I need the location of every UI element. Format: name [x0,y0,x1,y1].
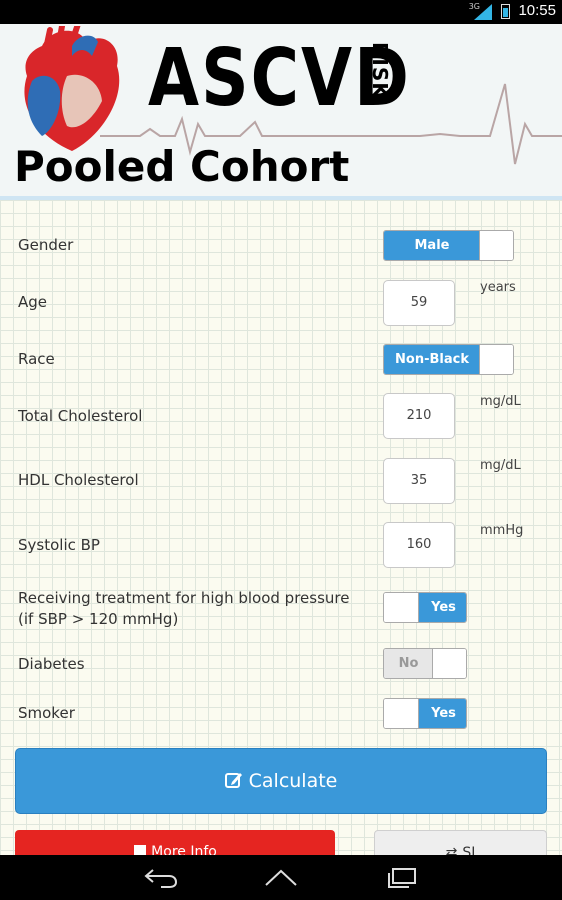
swap-icon: ⇄ [445,845,458,855]
back-icon[interactable] [143,867,179,889]
total-cholesterol-input[interactable]: 210 [383,393,455,439]
race-label: Race [18,350,55,368]
smoker-label: Smoker [18,704,75,722]
toggle-knob [384,699,419,728]
hdl-cholesterol-unit: mg/dL [480,458,521,473]
book-icon [134,845,147,855]
diabetes-toggle[interactable]: No [383,648,467,679]
recents-icon[interactable] [385,867,419,889]
toggle-knob [384,593,419,622]
gender-toggle[interactable]: Male [383,230,514,261]
systolic-bp-label: Systolic BP [18,536,100,554]
age-label: Age [18,293,48,311]
smoker-toggle[interactable]: Yes [383,698,467,729]
heart-icon [24,26,120,151]
calculate-button[interactable]: Calculate [15,748,547,814]
diabetes-label: Diabetes [18,655,85,673]
toggle-knob [479,345,513,374]
diabetes-value: No [384,649,433,678]
battery-icon [501,4,510,19]
navigation-bar [0,855,562,900]
gender-value: Male [384,231,480,260]
toggle-knob [479,231,513,260]
more-info-label: More Info [151,844,217,855]
app-title-side: RISK [368,42,392,99]
race-value: Non-Black [384,345,480,374]
race-toggle[interactable]: Non-Black [383,344,514,375]
app-subtitle: Pooled Cohort Equations [14,142,350,200]
bp-treatment-sublabel: (if SBP > 120 mmHg) [18,610,179,628]
form-content: Gender Male Age 59 years Race Non-Black … [0,200,562,855]
total-cholesterol-label: Total Cholesterol [18,407,143,425]
si-units-button[interactable]: ⇄ SI [374,830,547,855]
clock: 10:55 [518,2,556,19]
home-icon[interactable] [263,867,299,889]
smoker-value: Yes [419,699,466,728]
more-info-button[interactable]: More Info [15,830,335,855]
status-bar: 3G 10:55 [0,0,562,24]
age-input[interactable]: 59 [383,280,455,326]
app-header-banner: ASCVD RISK Pooled Cohort Equations [0,24,562,200]
bp-treatment-label: Receiving treatment for high blood press… [18,589,350,607]
systolic-bp-input[interactable]: 160 [383,522,455,568]
age-unit: years [480,280,516,295]
calculate-label: Calculate [248,770,338,792]
signal-icon [474,4,492,20]
bp-treatment-value: Yes [419,593,466,622]
systolic-bp-unit: mmHg [480,523,524,538]
edit-icon [224,773,242,788]
total-cholesterol-unit: mg/dL [480,394,521,409]
si-label: SI [462,845,476,855]
gender-label: Gender [18,236,74,254]
hdl-cholesterol-label: HDL Cholesterol [18,471,139,489]
toggle-knob [432,649,466,678]
hdl-cholesterol-input[interactable]: 35 [383,458,455,504]
bp-treatment-toggle[interactable]: Yes [383,592,467,623]
